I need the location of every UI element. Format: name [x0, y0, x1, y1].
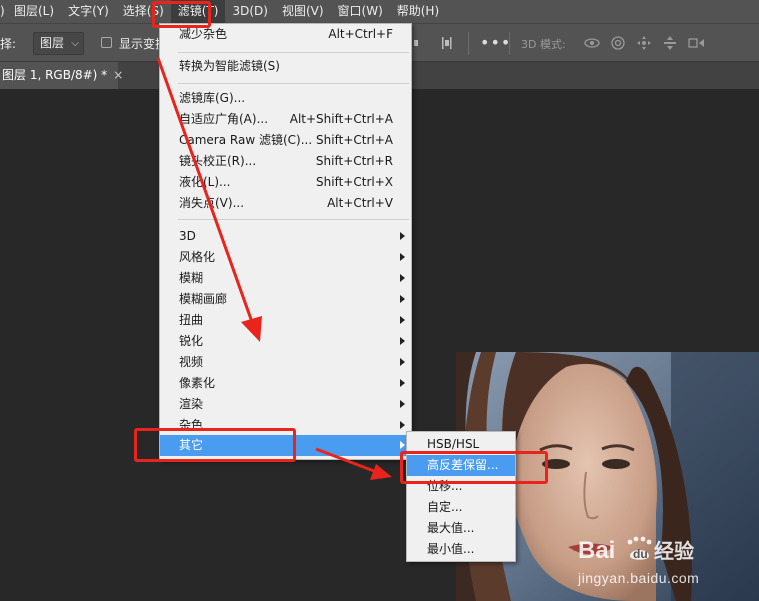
annotation-arrow-head: [241, 316, 262, 342]
annotation-arrow-line: [315, 447, 375, 473]
svg-text:Bai: Bai: [578, 537, 615, 564]
svg-text:du: du: [633, 547, 648, 561]
watermark-url: jingyan.baidu.com: [578, 570, 700, 586]
svg-text:经验: 经验: [654, 539, 694, 563]
annotation-arrows: [156, 57, 392, 480]
baidu-logo-icon: Bai du 经验: [578, 536, 694, 564]
baidu-jingyan-watermark: Bai du 经验 jingyan.baidu.com: [578, 532, 718, 586]
annotation-arrow-line: [156, 57, 254, 323]
annotation-arrow-head: [370, 464, 392, 480]
